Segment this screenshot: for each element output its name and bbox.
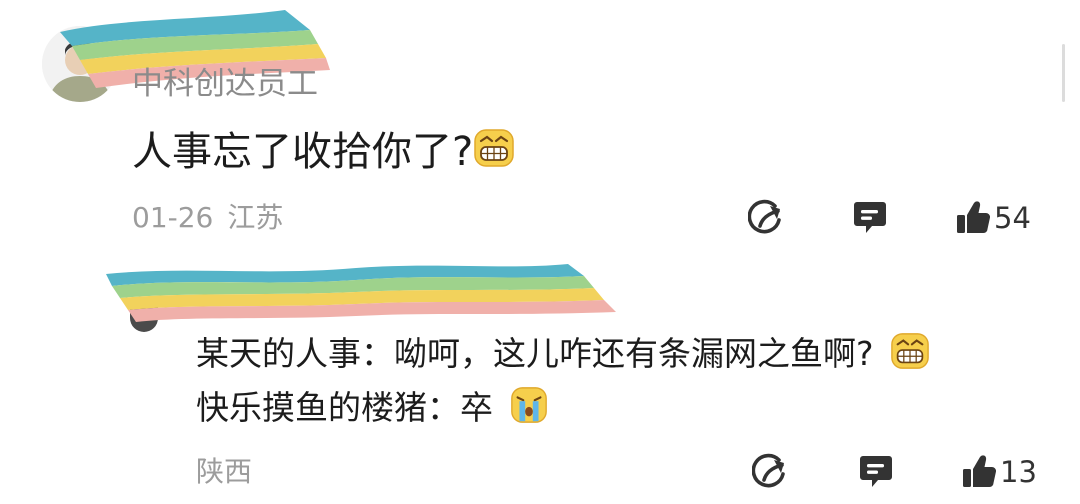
reply-author[interactable]: 某天的人事： (196, 327, 394, 375)
comment-thread: 中科创达员工 人事忘了收拾你了? 01-26 江苏 54 某天的人事： 呦呵，这… (0, 0, 1080, 504)
reply-comment-button[interactable] (858, 452, 894, 492)
reply-location: 陕西 (196, 455, 253, 488)
thumbs-up-icon (960, 452, 998, 492)
share-icon (748, 198, 784, 238)
comment-meta: 01-26 江苏 (132, 200, 283, 236)
share-icon (752, 452, 788, 492)
comment-body: 人事忘了收拾你了? (132, 120, 515, 176)
reply-text: 呦呵，这儿咋还有条漏网之鱼啊? (394, 334, 874, 373)
comment-icon (858, 452, 894, 492)
like-button[interactable]: 54 (954, 198, 1031, 238)
like-count: 54 (994, 201, 1031, 235)
username[interactable]: 中科创达员工 (132, 64, 318, 104)
reply-share-button[interactable] (752, 452, 788, 492)
thumbs-up-icon (954, 198, 992, 238)
reply-line: 某天的人事： 呦呵，这儿咋还有条漏网之鱼啊? (196, 326, 930, 376)
reply-author[interactable]: 快乐摸鱼的楼猪： (196, 381, 460, 429)
comment-button[interactable] (852, 198, 888, 238)
reply-meta: 陕西 (196, 454, 252, 490)
scrollbar[interactable] (1062, 44, 1065, 102)
reply-line: 快乐摸鱼的楼猪： 卒 (196, 380, 549, 430)
reply-username-redaction (106, 262, 616, 322)
crying-emoji-icon (509, 385, 549, 425)
share-button[interactable] (748, 198, 784, 238)
comment-location: 江苏 (227, 201, 284, 234)
comment-date: 01-26 (132, 201, 214, 234)
like-count: 13 (1000, 455, 1037, 489)
grin-emoji-icon (473, 127, 515, 169)
reply-text: 卒 (460, 388, 493, 427)
grin-emoji-icon (890, 331, 930, 371)
comment-icon (852, 198, 888, 238)
comment-text: 人事忘了收拾你了? (132, 129, 474, 175)
reply-like-button[interactable]: 13 (960, 452, 1037, 492)
